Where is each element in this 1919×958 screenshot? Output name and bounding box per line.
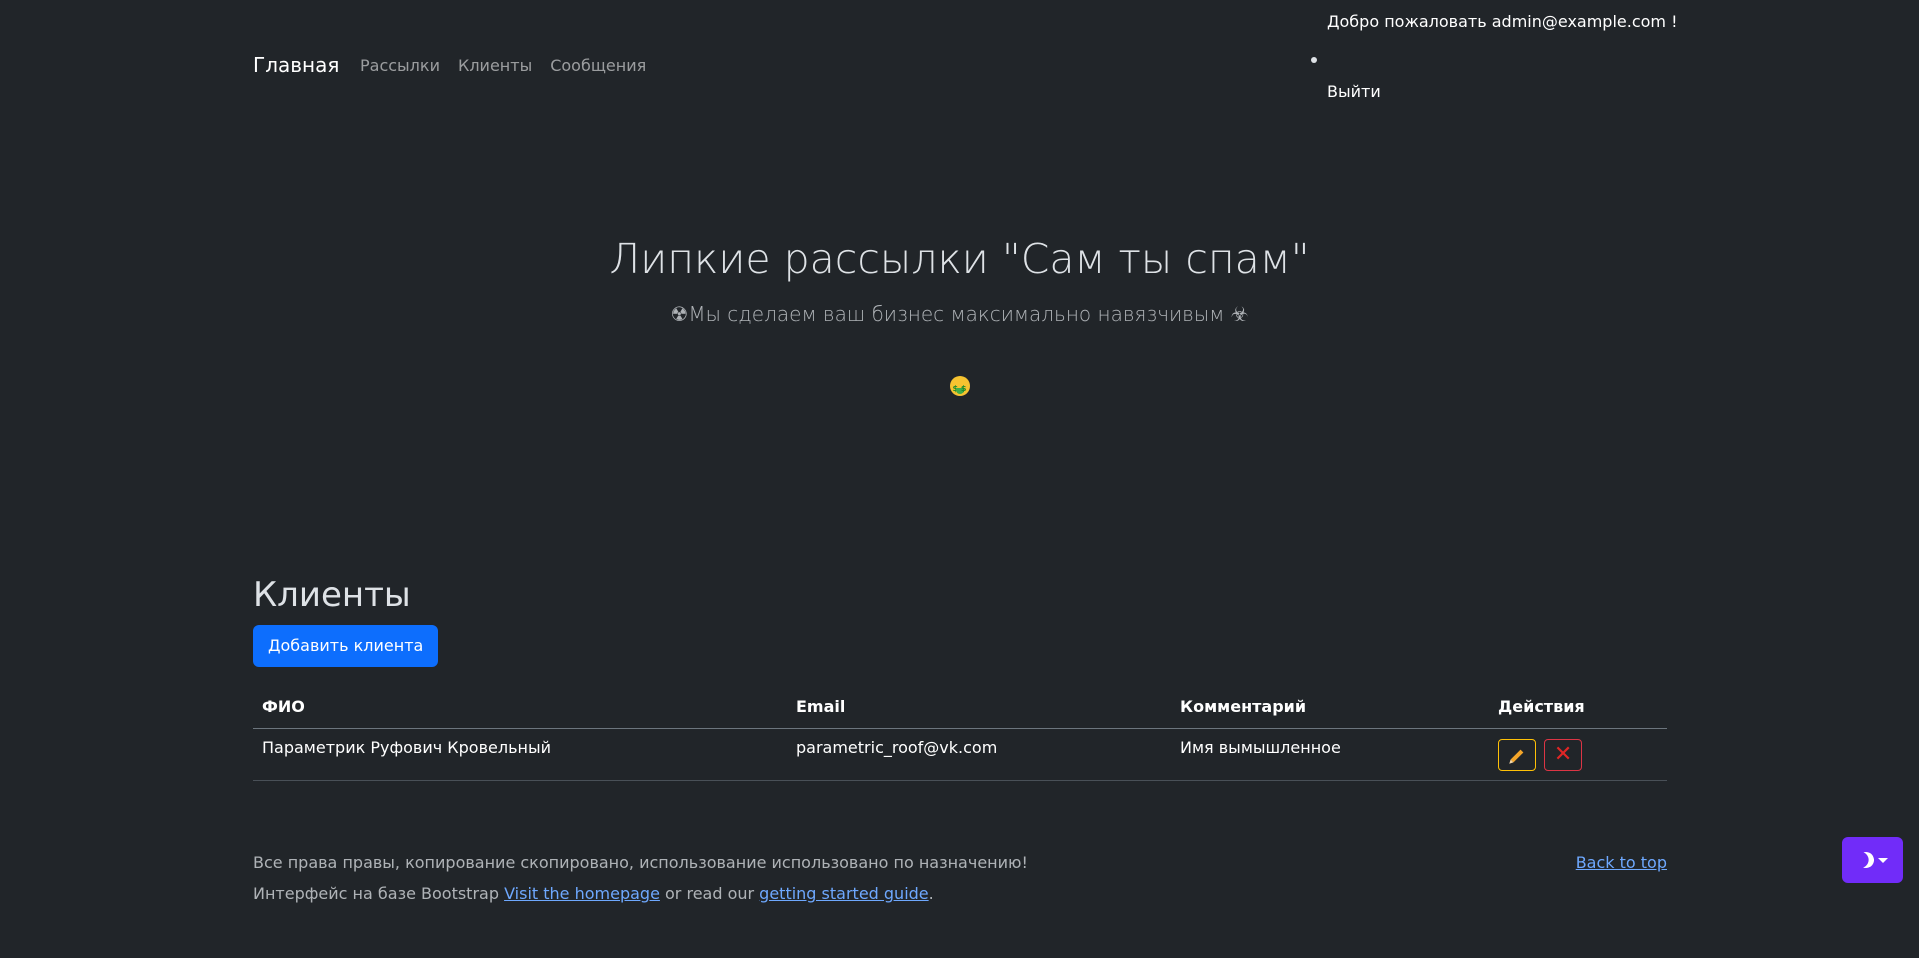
caret-down-icon <box>1877 857 1888 863</box>
column-header-actions: Действия <box>1489 684 1667 729</box>
homepage-link[interactable]: Visit the homepage <box>504 884 660 903</box>
money-mouth-face-icon <box>949 376 970 401</box>
main-nav: Рассылки Клиенты Сообщения <box>360 56 646 76</box>
client-comment-cell: Имя вымышленное <box>1171 728 1489 781</box>
nav-item-mailings[interactable]: Рассылки <box>360 56 440 76</box>
edit-client-button[interactable] <box>1498 739 1536 771</box>
client-actions-cell: ✕ <box>1489 728 1667 781</box>
delete-client-button[interactable]: ✕ <box>1544 739 1583 771</box>
add-client-button[interactable]: Добавить клиента <box>253 625 439 667</box>
getting-started-link[interactable]: getting started guide <box>759 884 928 903</box>
welcome-text: Добро пожаловать admin@example.com ! <box>1327 12 1678 31</box>
footer-prefix-text: Интерфейс на базе Bootstrap <box>253 884 505 903</box>
nav-item-messages[interactable]: Сообщения <box>550 56 646 76</box>
logout-link[interactable]: Выйти <box>1327 81 1381 103</box>
hero-subtitle: ☢Мы сделаем ваш бизнес максимально навяз… <box>670 302 1249 326</box>
list-bullet <box>1311 57 1317 63</box>
theme-toggle-button[interactable] <box>1842 837 1903 883</box>
brand-home-link[interactable]: Главная <box>253 53 339 77</box>
clients-section-title: Клиенты <box>253 575 411 615</box>
nav-item-clients[interactable]: Клиенты <box>458 56 532 76</box>
table-row: Параметрик Руфович Кровельный parametric… <box>253 728 1667 781</box>
footer-copyright: Все права правы, копирование скопировано… <box>253 853 1028 872</box>
back-to-top-link[interactable]: Back to top <box>1576 852 1667 874</box>
footer-middle-text: or read our <box>659 884 760 903</box>
column-header-name: ФИО <box>253 684 787 729</box>
footer-suffix-text: . <box>928 884 934 903</box>
footer-bootstrap-line: Интерфейс на базе Bootstrap Visit the ho… <box>253 883 934 905</box>
hero-emoji <box>0 374 1919 401</box>
column-header-comment: Комментарий <box>1171 684 1489 729</box>
hero-title: Липкие рассылки "Сам ты спам" <box>609 235 1310 283</box>
table-header-row: ФИО Email Комментарий Действия <box>253 684 1667 729</box>
cross-icon: ✕ <box>1553 742 1573 767</box>
client-name-cell: Параметрик Руфович Кровельный <box>253 728 787 781</box>
pencil-icon <box>1510 749 1524 762</box>
clients-table: ФИО Email Комментарий Действия Параметри… <box>253 684 1667 781</box>
client-email-cell: parametric_roof@vk.com <box>787 728 1171 781</box>
moon-icon <box>1855 850 1876 871</box>
column-header-email: Email <box>787 684 1171 729</box>
